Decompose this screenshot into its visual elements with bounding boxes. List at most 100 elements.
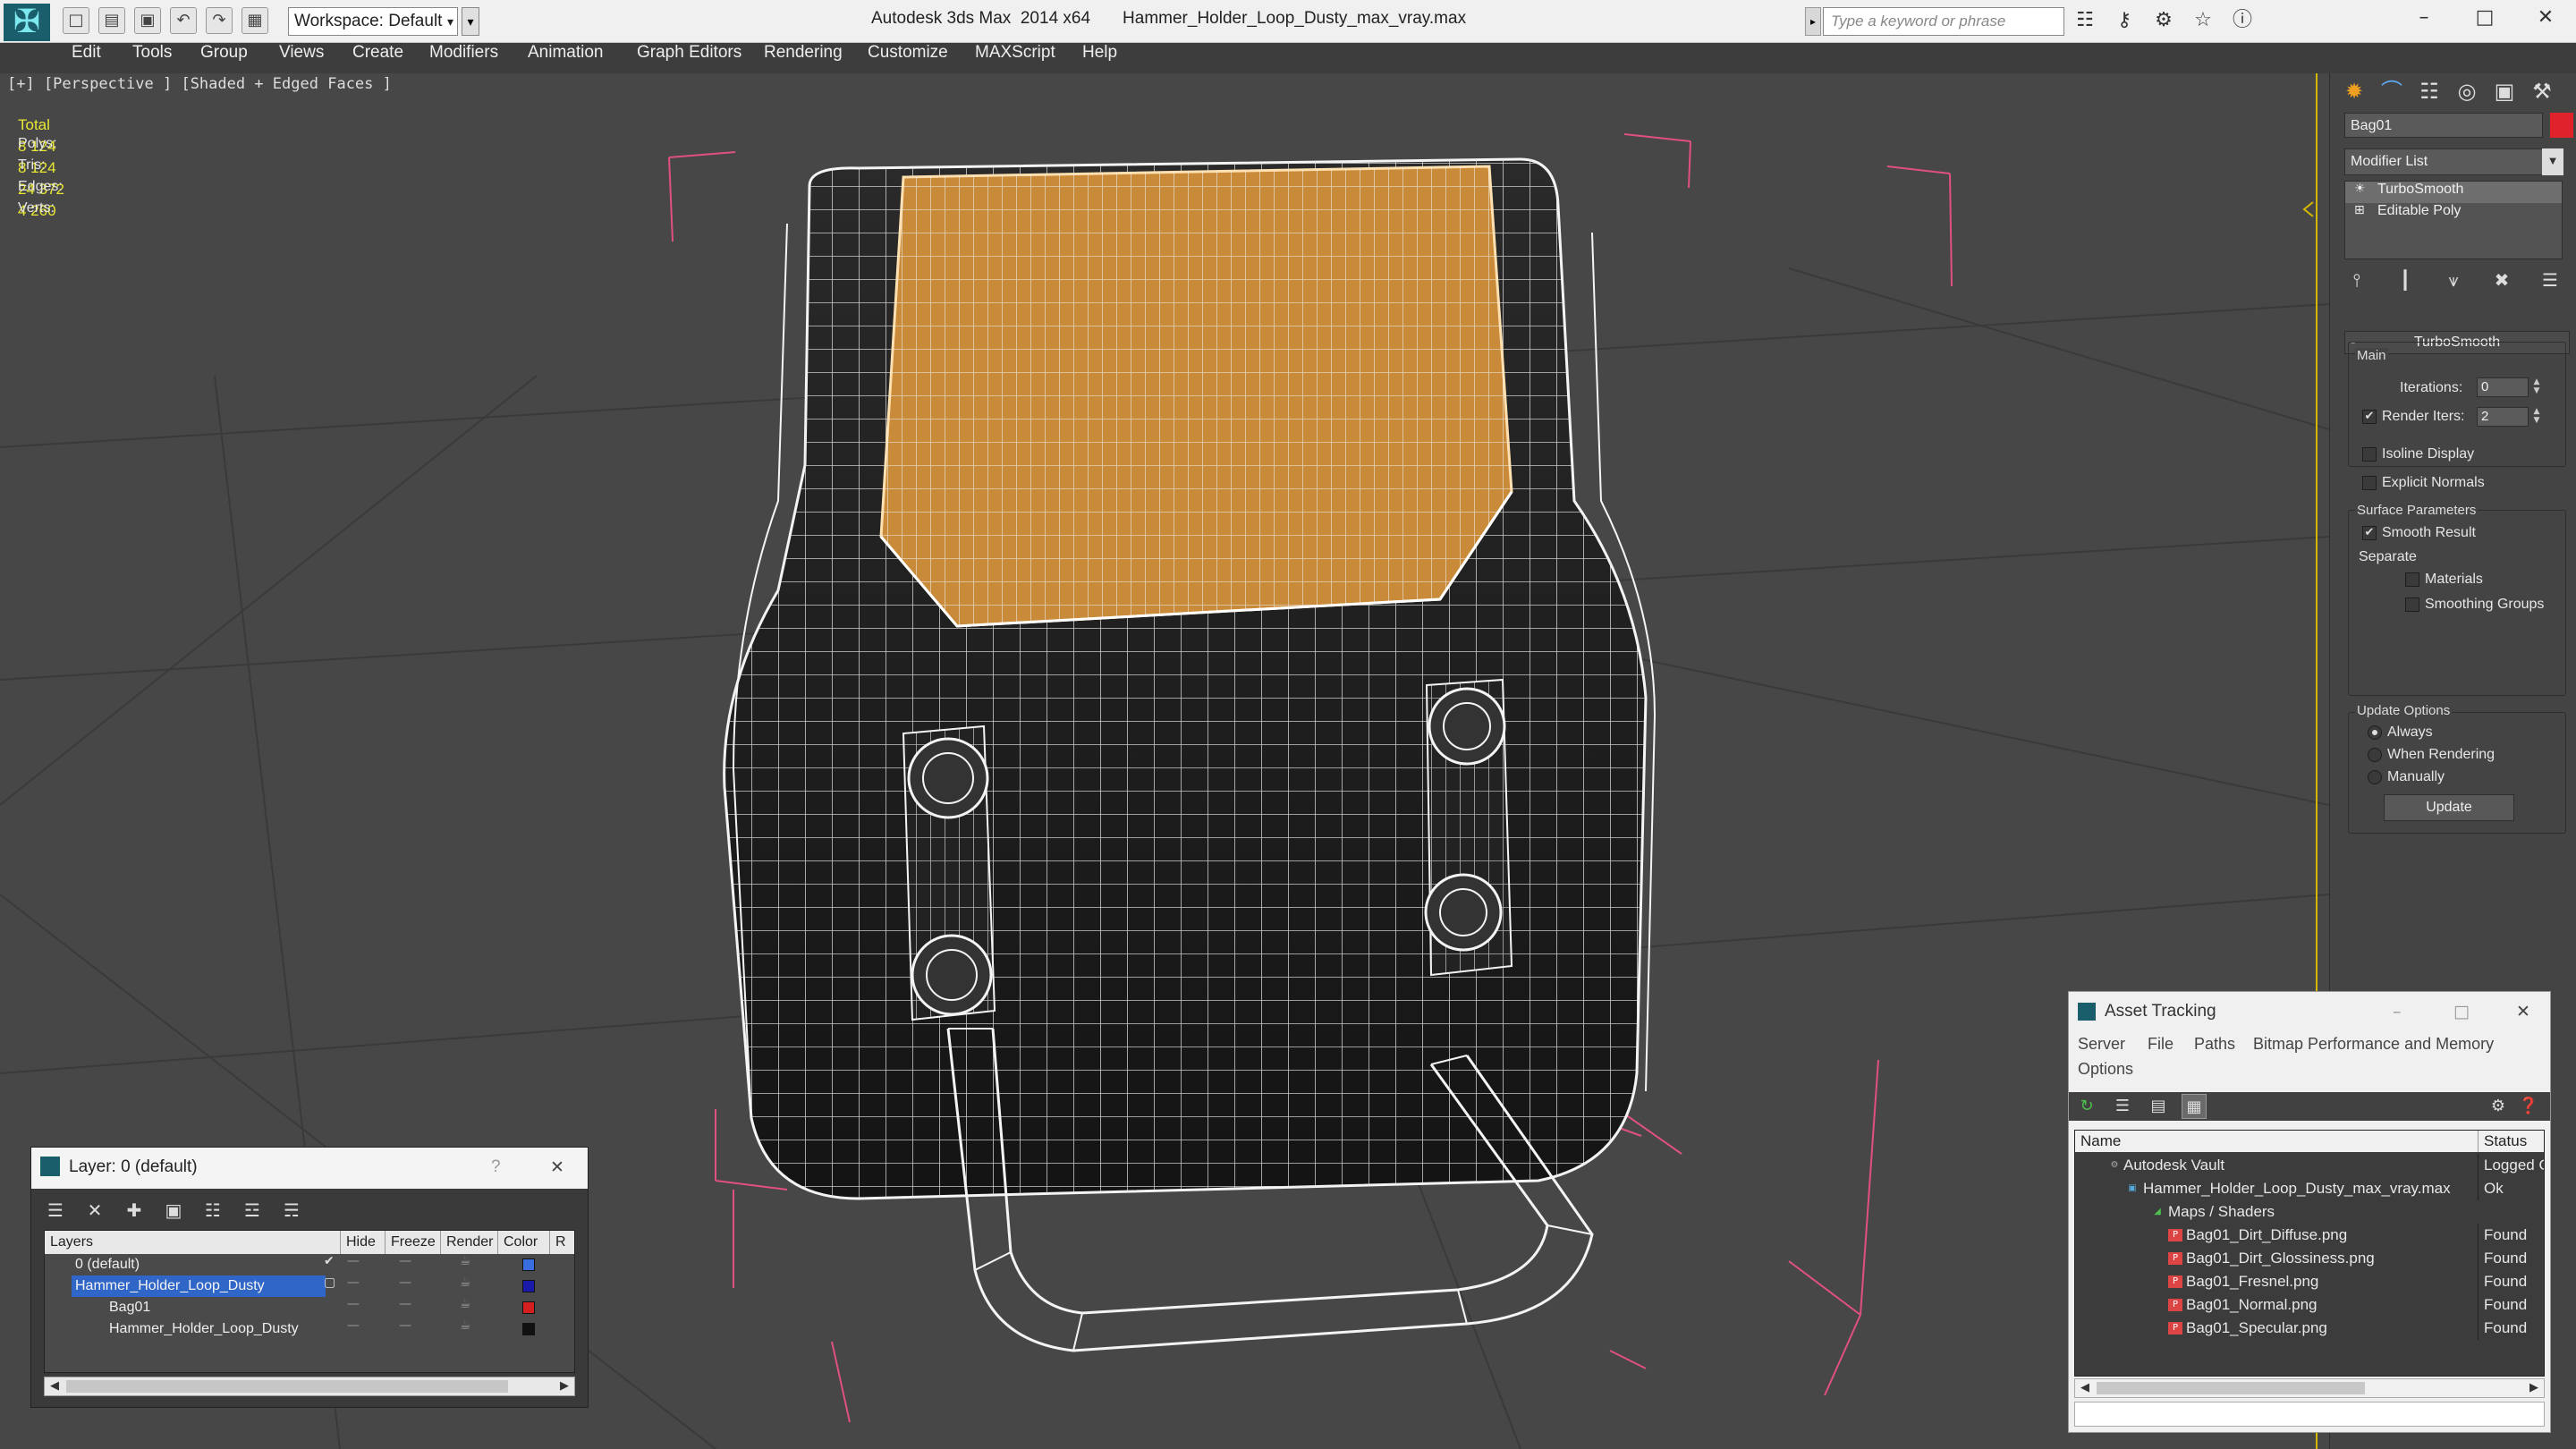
col-r[interactable]: R (549, 1231, 574, 1254)
star-icon[interactable]: ☆ (2190, 7, 2216, 34)
add-to-layer-icon[interactable]: ✚ (123, 1198, 146, 1223)
save-icon[interactable]: ▣ (134, 7, 161, 34)
menu-edit[interactable]: Edit (72, 43, 101, 73)
close-icon[interactable]: ✕ (2516, 992, 2530, 1031)
asset-row[interactable]: ▣ Hammer_Holder_Loop_Dusty_max_vray.max … (2075, 1177, 2544, 1200)
expand-plus-icon[interactable]: ⊞ (2354, 203, 2365, 217)
menu-animation[interactable]: Animation (528, 43, 604, 73)
when-rendering-radio[interactable] (2368, 748, 2382, 762)
select-objects-icon[interactable]: ▣ (162, 1198, 185, 1223)
spinner-arrows-icon[interactable]: ▲ ▼ (2530, 377, 2543, 397)
col-status[interactable]: Status (2478, 1131, 2544, 1152)
close-icon[interactable]: ✕ (2515, 0, 2576, 38)
isoline-display-checkbox[interactable] (2362, 447, 2377, 462)
col-freeze[interactable]: Freeze (385, 1231, 440, 1254)
menu-options[interactable]: Options (2078, 1060, 2133, 1079)
scroll-right-icon[interactable]: ▶ (2529, 1379, 2538, 1397)
freeze-toggle[interactable]: — (399, 1254, 411, 1268)
col-hide[interactable]: Hide (340, 1231, 385, 1254)
key-icon[interactable]: ⚷ (2111, 7, 2138, 34)
thumbnail-view-icon[interactable]: ▤ (2146, 1094, 2171, 1119)
menu-tools[interactable]: Tools (132, 43, 172, 73)
asset-horizontal-scrollbar[interactable]: ◀ ▶ (2074, 1378, 2545, 1398)
render-iters-spinner[interactable]: 2 (2477, 407, 2529, 427)
modify-icon[interactable]: ⌒ (2375, 75, 2409, 107)
asset-row[interactable]: P Bag01_Dirt_Glossiness.png Found (2075, 1247, 2544, 1270)
menu-group[interactable]: Group (200, 43, 248, 73)
explicit-normals-checkbox[interactable] (2362, 476, 2377, 490)
modifier-list-dropdown[interactable]: Modifier List ▼ (2344, 148, 2563, 175)
workspace-dropdown[interactable]: Workspace: Default ▾ (288, 7, 458, 36)
menu-views[interactable]: Views (279, 43, 324, 73)
menu-maxscript[interactable]: MAXScript (975, 43, 1055, 73)
layer-row[interactable]: Hammer_Holder_Loop_Dusty — — ☕ (45, 1318, 574, 1340)
col-render[interactable]: Render (440, 1231, 497, 1254)
col-layers[interactable]: Layers (45, 1231, 331, 1254)
scroll-left-icon[interactable]: ◀ (50, 1377, 59, 1395)
object-name-field[interactable]: Bag01 (2344, 113, 2543, 138)
vault-icon[interactable]: ⚙ (2486, 1094, 2511, 1119)
delete-layer-icon[interactable]: ✕ (83, 1198, 106, 1223)
scrollbar-thumb[interactable] (66, 1380, 508, 1393)
make-unique-icon[interactable]: ⩛ (2441, 267, 2466, 293)
open-file-icon[interactable]: ▤ (98, 7, 125, 34)
stack-item-turbosmooth[interactable]: ☀ TurboSmooth (2345, 182, 2562, 203)
maximize-icon[interactable]: □ (2454, 0, 2515, 38)
render-iters-checkbox[interactable]: ✔ (2362, 410, 2377, 424)
object-color-swatch[interactable] (2550, 113, 2573, 138)
scroll-left-icon[interactable]: ◀ (2080, 1379, 2089, 1397)
freeze-toggle[interactable]: — (399, 1318, 411, 1333)
list-view-icon[interactable]: ☰ (2110, 1094, 2135, 1119)
hide-toggle[interactable]: — (347, 1318, 360, 1333)
subscription-icon[interactable]: ⚙ (2150, 7, 2177, 34)
layer-row[interactable]: Bag01 — — ☕ (45, 1297, 574, 1318)
minimize-icon[interactable]: – (2393, 992, 2402, 1031)
help-button[interactable]: ? (491, 1148, 501, 1187)
hide-toggle[interactable]: — (347, 1275, 360, 1290)
close-icon[interactable]: ✕ (550, 1148, 564, 1187)
3dsmax-logo-icon[interactable]: ✠ (4, 4, 50, 41)
asset-row[interactable]: ⚙ Autodesk Vault Logged O (2075, 1154, 2544, 1177)
scroll-right-icon[interactable]: ▶ (560, 1377, 569, 1395)
project-folder-icon[interactable]: ▦ (242, 7, 268, 34)
menu-file[interactable]: File (2148, 1035, 2174, 1054)
asset-row[interactable]: P Bag01_Normal.png Found (2075, 1293, 2544, 1317)
layer-window-titlebar[interactable]: Layer: 0 (default) ? ✕ (31, 1148, 588, 1189)
always-radio[interactable] (2368, 725, 2382, 740)
maximize-icon[interactable]: □ (2453, 992, 2470, 1031)
menu-create[interactable]: Create (352, 43, 403, 73)
layer-row[interactable]: 0 (default) ✔ — — ☕ (45, 1254, 574, 1275)
lightbulb-icon[interactable]: ☀ (2354, 182, 2366, 196)
render-toggle[interactable]: ☕ (460, 1254, 471, 1268)
materials-checkbox[interactable] (2405, 572, 2419, 587)
search-expand-arrow[interactable]: ▸ (1805, 7, 1821, 36)
undo-icon[interactable]: ↶ (170, 7, 197, 34)
remove-modifier-icon[interactable]: ✖ (2489, 267, 2514, 293)
hide-toggle[interactable]: — (347, 1297, 360, 1311)
create-layer-icon[interactable]: ☰ (44, 1198, 67, 1223)
scrollbar-thumb[interactable] (2097, 1382, 2365, 1394)
asset-row[interactable]: P Bag01_Specular.png Found (2075, 1317, 2544, 1340)
freeze-toggle[interactable]: — (399, 1275, 411, 1290)
binoculars-icon[interactable]: ☷ (2072, 7, 2098, 34)
layer-row[interactable]: Hammer_Holder_Loop_Dusty ▢ — — ☕ (45, 1275, 574, 1297)
col-name[interactable]: Name (2075, 1131, 2478, 1152)
menu-help[interactable]: Help (1082, 43, 1117, 73)
layer-color-swatch[interactable] (522, 1301, 535, 1314)
update-button[interactable]: Update (2384, 794, 2514, 821)
new-file-icon[interactable]: □ (63, 7, 89, 34)
hide-toggle[interactable]: — (347, 1254, 360, 1268)
col-color[interactable]: Color (497, 1231, 549, 1254)
menu-modifiers[interactable]: Modifiers (429, 43, 498, 73)
motion-icon[interactable]: ◎ (2450, 75, 2484, 107)
search-input[interactable]: Type a keyword or phrase (1823, 7, 2064, 36)
select-layer-icon[interactable]: ☷ (201, 1198, 225, 1223)
manually-radio[interactable] (2368, 770, 2382, 784)
smooth-result-checkbox[interactable]: ✔ (2362, 526, 2377, 540)
layer-color-swatch[interactable] (522, 1258, 535, 1271)
asset-row[interactable]: P Bag01_Dirt_Diffuse.png Found (2075, 1224, 2544, 1247)
spinner-arrows-icon[interactable]: ▲ ▼ (2530, 407, 2543, 427)
create-icon[interactable]: ✹ (2337, 75, 2371, 107)
hierarchy-icon[interactable]: ☷ (2412, 75, 2446, 107)
workspace-menu-arrow[interactable]: ▾ (462, 7, 479, 36)
